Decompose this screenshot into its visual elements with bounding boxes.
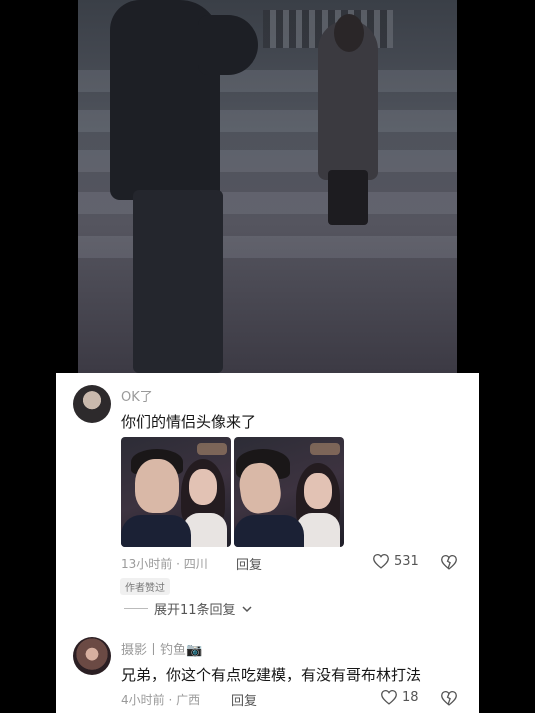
comment-time-location: 13小时前 · 四川 <box>121 557 208 571</box>
comment-text: 你们的情侣头像来了 <box>121 413 257 431</box>
video-frame[interactable] <box>78 0 457 373</box>
comments-panel: OK了 你们的情侣头像来了 13小时前 · 四川 回复 531 作者赞过 展开1… <box>56 373 479 713</box>
heart-outline-icon <box>373 553 389 569</box>
reply-button[interactable]: 回复 <box>231 690 257 709</box>
dislike-button[interactable] <box>440 554 458 574</box>
expand-replies-button[interactable]: 展开11条回复 <box>124 599 252 618</box>
dislike-button[interactable] <box>440 690 458 710</box>
divider-line <box>124 608 148 609</box>
broken-heart-icon <box>441 690 457 706</box>
like-button[interactable]: 18 <box>380 689 419 705</box>
heart-outline-icon <box>381 689 397 705</box>
expand-replies-label: 展开11条回复 <box>154 603 236 618</box>
comment-username[interactable]: OK了 <box>121 386 153 405</box>
like-count: 18 <box>402 689 419 705</box>
avatar[interactable] <box>73 637 111 675</box>
chevron-down-icon <box>242 605 252 612</box>
comment-image[interactable] <box>121 437 231 547</box>
comment-time-location: 4小时前 · 广西 <box>121 693 201 707</box>
like-count: 531 <box>394 553 419 569</box>
man-figure-arm <box>198 15 258 75</box>
broken-heart-icon <box>441 554 457 570</box>
reply-button[interactable]: 回复 <box>236 554 262 573</box>
comment-image[interactable] <box>234 437 344 547</box>
man-figure-legs <box>133 190 223 373</box>
walking-woman-legs <box>328 170 368 225</box>
author-liked-badge: 作者赞过 <box>120 578 170 595</box>
walking-woman-head <box>334 14 364 52</box>
comment-username[interactable]: 摄影丨钓鱼📷 <box>121 639 202 658</box>
avatar[interactable] <box>73 385 111 423</box>
comment-text: 兄弟，你这个有点吃建模，有没有哥布林打法 <box>121 666 422 684</box>
like-button[interactable]: 531 <box>372 553 419 569</box>
